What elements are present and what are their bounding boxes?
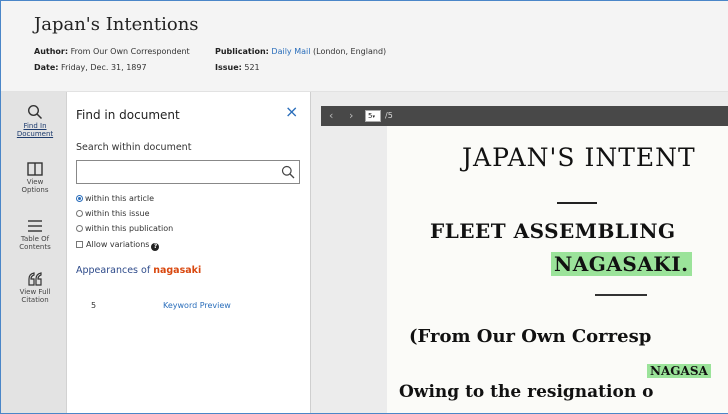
radio-icon[interactable]	[76, 225, 83, 232]
option-within-issue[interactable]: within this issue	[76, 209, 150, 219]
document-viewer: ‹ › 5▾ /5 JAPAN'S INTENT FLEET ASSEMBLIN…	[311, 92, 728, 413]
issue-value: 521	[244, 63, 260, 72]
search-box	[76, 160, 300, 185]
prev-page-button[interactable]: ‹	[329, 109, 333, 122]
rail-citation-label-1: View Full	[19, 288, 51, 296]
rail-view-label-1: View	[26, 178, 44, 186]
rail-citation-label-2: Citation	[21, 296, 49, 304]
scan-highlighted-place: NAGASA	[647, 364, 711, 378]
newspaper-page-scan[interactable]: JAPAN'S INTENT FLEET ASSEMBLING NAGASAKI…	[387, 126, 728, 413]
option-within-article-label: within this article	[85, 194, 155, 203]
scan-headline: JAPAN'S INTENT	[462, 143, 696, 172]
rail-table-of-contents[interactable]: Table Of Contents	[11, 219, 59, 251]
publication-place: (London, England)	[313, 47, 387, 56]
rail-view-label-2: Options	[21, 186, 49, 194]
result-page-number: 5	[91, 301, 97, 310]
radio-icon[interactable]	[76, 210, 83, 217]
publication-label: Publication:	[215, 47, 269, 56]
next-page-button[interactable]: ›	[349, 109, 353, 122]
option-allow-variations[interactable]: Allow variations?	[76, 240, 160, 251]
appearances-term: nagasaki	[153, 265, 202, 276]
checkbox-icon[interactable]	[76, 241, 83, 248]
rail-toc-label-2: Contents	[19, 243, 51, 251]
rail-view-full-citation[interactable]: View Full Citation	[11, 272, 59, 304]
chevron-down-icon: ▾	[372, 114, 375, 120]
page-total: /5	[385, 111, 393, 120]
option-within-article[interactable]: within this article	[76, 194, 154, 204]
scan-subheading: FLEET ASSEMBLING	[430, 219, 676, 243]
scan-body-text: Owing to the resignation o	[399, 382, 654, 402]
issue-meta: Issue: 521	[215, 63, 260, 73]
scan-highlighted-term: NAGASAKI.	[551, 252, 692, 276]
appearances-prefix: Appearances of	[76, 265, 151, 276]
keyword-preview-link[interactable]: Keyword Preview	[163, 301, 231, 310]
list-icon	[28, 220, 42, 232]
rail-find-label-1: Find In	[23, 122, 47, 130]
article-header: Japan's Intentions Author: From Our Own …	[1, 1, 728, 92]
page-select[interactable]: 5▾	[365, 110, 381, 122]
radio-selected-icon[interactable]	[76, 195, 83, 202]
option-allow-variations-label: Allow variations	[86, 240, 150, 249]
issue-label: Issue:	[215, 63, 242, 72]
view-options-icon	[27, 162, 43, 176]
option-within-issue-label: within this issue	[85, 209, 150, 218]
option-within-publication[interactable]: within this publication	[76, 224, 173, 234]
search-label: Search within document	[76, 142, 192, 153]
viewer-toolbar: ‹ › 5▾ /5	[321, 106, 728, 126]
rail-toc-label-1: Table Of	[20, 235, 50, 243]
rail-find-in-document[interactable]: Find In Document	[11, 104, 59, 138]
scan-rule	[595, 294, 647, 296]
publication-meta: Publication: Daily Mail (London, England…	[215, 47, 386, 57]
date-value: Friday, Dec. 31, 1897	[61, 63, 147, 72]
date-label: Date:	[34, 63, 59, 72]
article-title: Japan's Intentions	[34, 14, 199, 35]
scan-rule	[557, 202, 597, 204]
author-label: Author:	[34, 47, 69, 56]
panel-title: Find in document	[76, 108, 180, 122]
option-within-publication-label: within this publication	[85, 224, 174, 233]
author-meta: Author: From Our Own Correspondent	[34, 47, 190, 57]
scan-byline: (From Our Own Corresp	[409, 326, 652, 347]
publication-link[interactable]: Daily Mail	[271, 47, 310, 56]
document-viewer-app: Japan's Intentions Author: From Our Own …	[0, 0, 728, 414]
tool-rail: Find In Document View Options Table Of C…	[1, 92, 67, 413]
search-icon	[27, 104, 43, 120]
help-icon[interactable]: ?	[151, 243, 160, 251]
rail-view-options[interactable]: View Options	[11, 162, 59, 194]
date-meta: Date: Friday, Dec. 31, 1897	[34, 63, 147, 73]
find-in-document-panel: Find in document × Search within documen…	[67, 92, 311, 413]
quote-icon	[28, 272, 42, 286]
search-submit-icon[interactable]	[281, 165, 295, 179]
search-input[interactable]	[77, 162, 267, 185]
rail-find-label-2: Document	[16, 130, 54, 138]
appearances-heading: Appearances of nagasaki	[76, 265, 201, 276]
close-icon[interactable]: ×	[285, 104, 298, 120]
author-value: From Our Own Correspondent	[70, 47, 190, 56]
